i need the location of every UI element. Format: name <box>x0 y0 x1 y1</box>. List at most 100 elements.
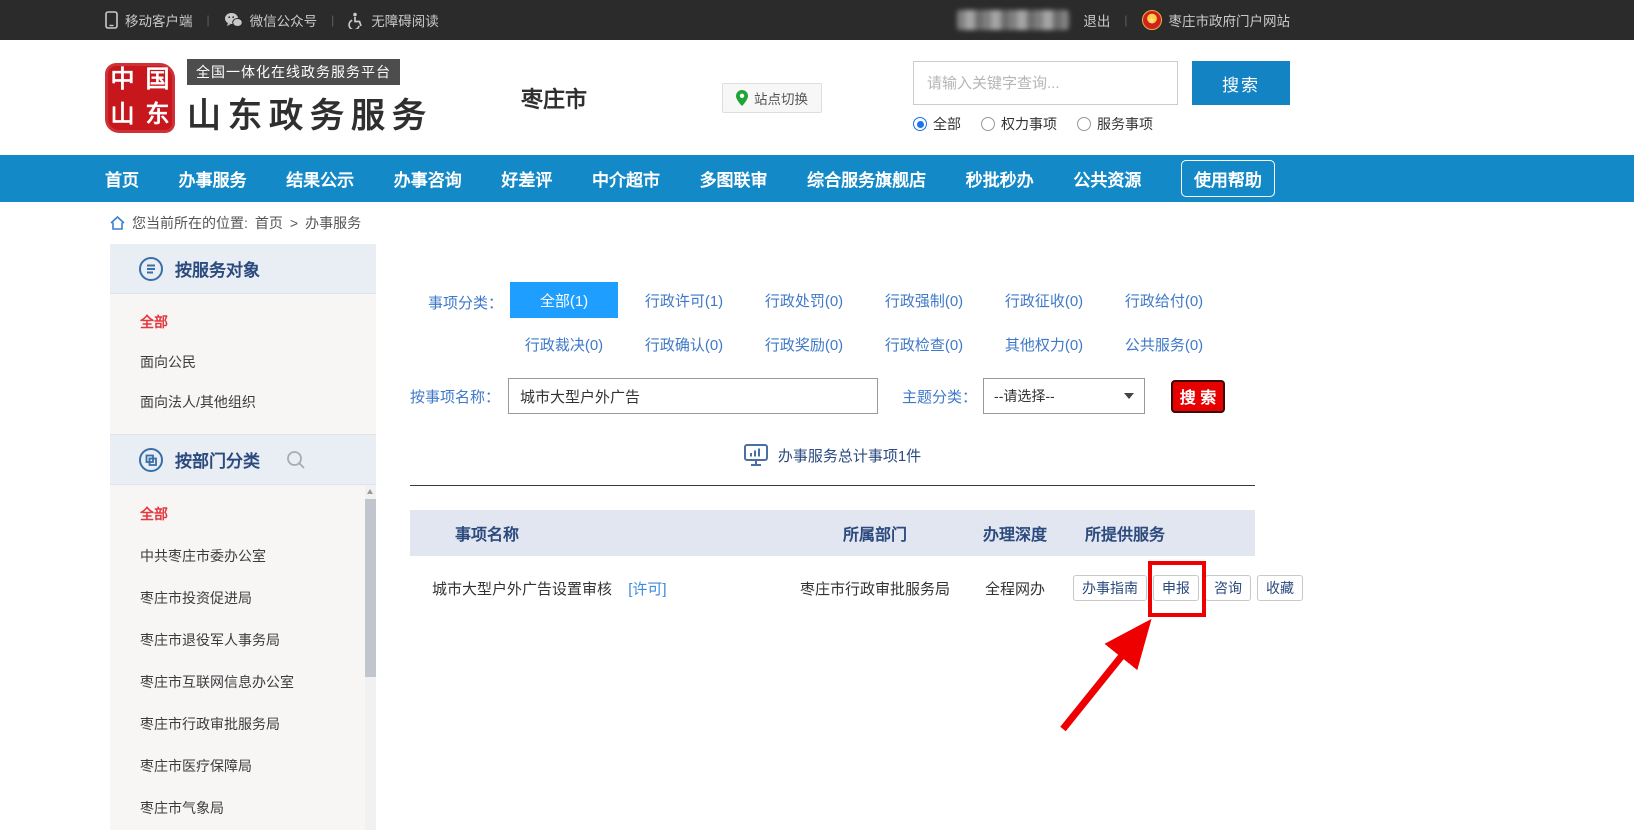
nav-item-joint-review[interactable]: 多图联审 <box>700 166 768 191</box>
home-icon <box>110 216 125 230</box>
username-redacted <box>957 10 1069 30</box>
logout-label: 退出 <box>1083 10 1110 30</box>
seal-char: 东 <box>146 103 170 127</box>
category-admin-penalty[interactable]: 行政处罚(0) <box>750 282 858 318</box>
favorite-button[interactable]: 收藏 <box>1257 575 1303 601</box>
sidebar-item-department[interactable]: 枣庄市医疗保障局 <box>110 745 376 787</box>
topic-select[interactable]: --请选择-- <box>983 378 1145 414</box>
seal-char: 中 <box>111 68 135 92</box>
category-filter-block: 事项分类： 全部(1) 行政许可(1) 行政处罚(0) 行政强制(0) 行政征收… <box>410 282 1255 362</box>
sidebar-item-department[interactable]: 枣庄市行政审批服务局 <box>110 703 376 745</box>
guide-button[interactable]: 办事指南 <box>1073 575 1147 601</box>
sidebar-item-all-objects[interactable]: 全部 <box>110 302 376 342</box>
sidebar-item-all-departments[interactable]: 全部 <box>110 493 376 535</box>
category-all[interactable]: 全部(1) <box>510 282 618 318</box>
category-admin-license[interactable]: 行政许可(1) <box>630 282 738 318</box>
mobile-client-link[interactable]: 移动客户端 <box>105 10 193 30</box>
category-admin-collection[interactable]: 行政征收(0) <box>990 282 1098 318</box>
results-summary: 办事服务总计事项1件 <box>410 444 1255 467</box>
header-search-button[interactable]: 搜索 <box>1192 61 1290 105</box>
keyword-search-input[interactable] <box>913 61 1178 105</box>
department-category-icon <box>138 447 164 473</box>
main-content: 事项分类： 全部(1) 行政许可(1) 行政处罚(0) 行政强制(0) 行政征收… <box>410 244 1255 830</box>
site-switch-label: 站点切换 <box>754 88 808 108</box>
radio-selected-icon[interactable] <box>913 117 927 131</box>
site-header: 中国 山东 全国一体化在线政务服务平台 山东政务服务 枣庄市 站点切换 搜索 全… <box>0 40 1634 155</box>
department-scrollbar[interactable] <box>365 485 376 830</box>
wechat-label: 微信公众号 <box>250 10 318 30</box>
mobile-client-label: 移动客户端 <box>125 10 193 30</box>
breadcrumb-separator: > <box>290 215 298 231</box>
nav-item-flagship-store[interactable]: 综合服务旗舰店 <box>807 166 926 191</box>
gov-portal-link[interactable]: ★ 枣庄市政府门户网站 <box>1142 10 1291 30</box>
seal-char: 山 <box>111 103 135 127</box>
item-name-input[interactable] <box>508 378 878 414</box>
department-search-icon[interactable] <box>285 449 307 471</box>
nav-item-consult[interactable]: 办事咨询 <box>394 166 462 191</box>
category-admin-coercion[interactable]: 行政强制(0) <box>870 282 978 318</box>
gov-portal-label: 枣庄市政府门户网站 <box>1169 10 1291 30</box>
separator: | <box>207 13 210 27</box>
sidebar-item-department[interactable]: 枣庄市投资促进局 <box>110 577 376 619</box>
category-public-service[interactable]: 公共服务(0) <box>1110 326 1218 362</box>
scrollbar-up-arrow-icon[interactable] <box>367 489 373 494</box>
category-admin-confirmation[interactable]: 行政确认(0) <box>630 326 738 362</box>
nav-item-home[interactable]: 首页 <box>105 166 139 191</box>
main-nav: 首页 办事服务 结果公示 办事咨询 好差评 中介超市 多图联审 综合服务旗舰店 … <box>0 155 1634 202</box>
sidebar-section-service-object: 按服务对象 <box>110 244 376 294</box>
topic-selected-value: --请选择-- <box>994 386 1055 406</box>
separator: | <box>331 13 334 27</box>
category-admin-inspection[interactable]: 行政检查(0) <box>870 326 978 362</box>
consult-button[interactable]: 咨询 <box>1205 575 1251 601</box>
item-depth: 全程网办 <box>965 578 1065 599</box>
breadcrumb-home-link[interactable]: 首页 <box>255 213 283 233</box>
category-admin-payment[interactable]: 行政给付(0) <box>1110 282 1218 318</box>
sidebar-item-citizens[interactable]: 面向公民 <box>110 342 376 382</box>
sidebar-item-department[interactable]: 枣庄市退役军人事务局 <box>110 619 376 661</box>
table-header-row: 事项名称 所属部门 办理深度 所提供服务 <box>410 510 1255 556</box>
sidebar-section-title: 按部门分类 <box>175 447 260 472</box>
sidebar-item-department[interactable]: 枣庄市互联网信息办公室 <box>110 661 376 703</box>
scope-option-service[interactable]: 服务事项 <box>1077 114 1153 134</box>
category-admin-reward[interactable]: 行政奖励(0) <box>750 326 858 362</box>
nav-item-rating[interactable]: 好差评 <box>501 166 552 191</box>
nav-item-public-resources[interactable]: 公共资源 <box>1073 166 1141 191</box>
filter-search-button[interactable]: 搜 索 <box>1171 380 1225 413</box>
category-admin-ruling[interactable]: 行政裁决(0) <box>510 326 618 362</box>
accessibility-label: 无障碍阅读 <box>371 10 439 30</box>
service-object-list: 全部 面向公民 面向法人/其他组织 <box>110 294 376 435</box>
sidebar-item-legal-persons[interactable]: 面向法人/其他组织 <box>110 382 376 422</box>
col-header-depth: 办理深度 <box>965 521 1065 545</box>
scope-option-all[interactable]: 全部 <box>913 114 961 134</box>
sidebar-section-department: 按部门分类 <box>110 435 376 485</box>
breadcrumb-current[interactable]: 办事服务 <box>305 213 361 233</box>
col-header-department: 所属部门 <box>785 521 965 545</box>
results-summary-text: 办事服务总计事项1件 <box>778 445 921 466</box>
results-table: 事项名称 所属部门 办理深度 所提供服务 城市大型户外广告设置审核 [许可] 枣… <box>410 510 1255 620</box>
nav-item-services[interactable]: 办事服务 <box>179 166 247 191</box>
scope-option-power[interactable]: 权力事项 <box>981 114 1057 134</box>
sidebar-item-department[interactable]: 枣庄市气象局 <box>110 787 376 829</box>
site-switch-button[interactable]: 站点切换 <box>722 83 822 113</box>
item-department: 枣庄市行政审批服务局 <box>785 578 965 599</box>
category-other-powers[interactable]: 其他权力(0) <box>990 326 1098 362</box>
category-grid: 全部(1) 行政许可(1) 行政处罚(0) 行政强制(0) 行政征收(0) 行政… <box>510 282 1218 362</box>
wechat-link[interactable]: 微信公众号 <box>224 10 318 30</box>
scrollbar-thumb[interactable] <box>365 499 376 677</box>
breadcrumb-label: 您当前所在的位置: <box>132 213 248 233</box>
sidebar-item-department[interactable]: 中共枣庄市委办公室 <box>110 535 376 577</box>
nav-item-results[interactable]: 结果公示 <box>286 166 354 191</box>
radio-icon[interactable] <box>1077 117 1091 131</box>
col-header-item-name: 事项名称 <box>410 521 785 545</box>
logout-link[interactable]: 退出 <box>1083 10 1110 30</box>
nav-item-agency-market[interactable]: 中介超市 <box>592 166 660 191</box>
accessibility-wheelchair-icon <box>348 12 364 29</box>
location-pin-icon <box>736 90 748 106</box>
declare-button[interactable]: 申报 <box>1153 575 1199 601</box>
radio-icon[interactable] <box>981 117 995 131</box>
accessibility-link[interactable]: 无障碍阅读 <box>348 10 439 30</box>
declare-button-wrap: 申报 <box>1153 575 1199 601</box>
nav-item-instant-approval[interactable]: 秒批秒办 <box>966 166 1034 191</box>
license-tag-link[interactable]: [许可] <box>628 581 666 598</box>
nav-item-help[interactable]: 使用帮助 <box>1181 160 1275 197</box>
